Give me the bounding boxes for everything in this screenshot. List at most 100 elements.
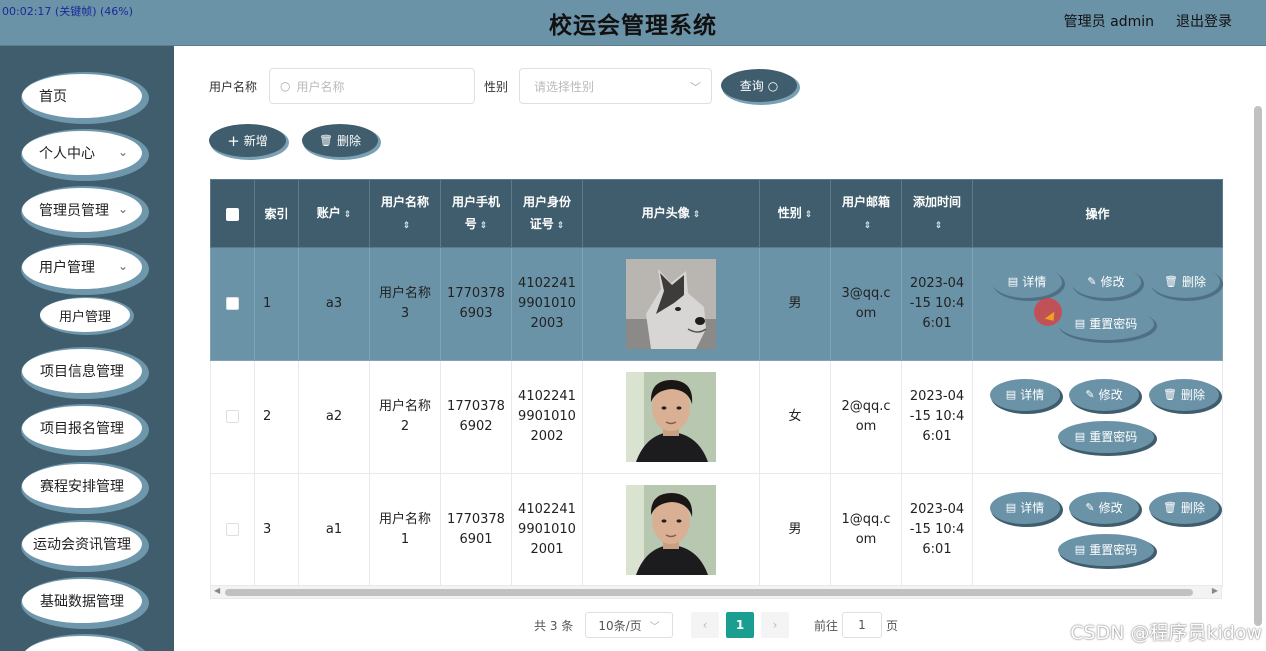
- column-email[interactable]: 用户邮箱 ⇕: [830, 179, 902, 248]
- delete-button[interactable]: 🗑 删除: [1150, 266, 1220, 298]
- scroll-right-icon[interactable]: ▶: [1212, 586, 1218, 595]
- next-page-button[interactable]: ›: [761, 612, 789, 638]
- search-icon: ○: [280, 79, 291, 93]
- cell-idcard: 4102241 9901010 2002: [511, 360, 583, 474]
- sidebar-item-more[interactable]: [22, 636, 142, 651]
- select-all-cell[interactable]: [210, 179, 255, 248]
- sidebar-item-user-management[interactable]: 用户管理 ⌄: [22, 245, 142, 289]
- query-button[interactable]: 查询 ○: [721, 69, 797, 102]
- row-checkbox[interactable]: [226, 297, 239, 310]
- cell-idcard: 4102241 9901010 2001: [511, 473, 583, 587]
- cell-email: 1@qq.c om: [830, 473, 902, 587]
- row-select-cell[interactable]: [210, 360, 255, 474]
- logout-link[interactable]: 退出登录: [1176, 11, 1232, 31]
- sidebar-item-project-registration[interactable]: 项目报名管理: [22, 406, 142, 450]
- column-avatar[interactable]: 用户头像 ⇕: [582, 179, 760, 248]
- man-avatar-image: [626, 485, 716, 575]
- sort-icon: ⇕: [402, 220, 411, 231]
- prev-page-button[interactable]: ‹: [691, 612, 719, 638]
- detail-button[interactable]: ▤ 详情: [990, 379, 1060, 411]
- total-count: 共 3 条: [534, 619, 574, 633]
- page-unit: 页: [886, 619, 899, 633]
- sort-icon: ⇕: [692, 209, 701, 220]
- table-row[interactable]: 3 a1 用户名称 1 1770378 6901 4102241 9901010 200…: [210, 473, 1223, 587]
- table-row[interactable]: 2 a2 用户名称 2 1770378 6902 4102241 9901010 200…: [210, 360, 1223, 474]
- add-button[interactable]: + 新增: [209, 124, 286, 157]
- scroll-left-icon[interactable]: ◀: [214, 586, 220, 595]
- sidebar-item-label: 赛程安排管理: [40, 479, 124, 495]
- row-checkbox[interactable]: [226, 410, 239, 423]
- document-icon: ▤: [1074, 317, 1086, 330]
- reset-password-button[interactable]: ▤ 重置密码: [1058, 308, 1154, 340]
- cell-added-time: 2023-04 -15 10:4 6:01: [901, 360, 973, 474]
- sidebar-item-personal-center[interactable]: 个人中心 ⌄: [22, 131, 142, 175]
- edit-button[interactable]: ✎ 修改: [1069, 492, 1139, 524]
- select-all-checkbox[interactable]: [226, 207, 239, 221]
- row-select-cell[interactable]: [210, 247, 255, 361]
- column-gender[interactable]: 性别 ⇕: [759, 179, 831, 248]
- gender-select[interactable]: 请选择性别 ﹀: [519, 68, 712, 104]
- horizontal-scroll-thumb[interactable]: [225, 589, 1193, 596]
- document-icon: ▤: [1005, 501, 1017, 514]
- edit-button[interactable]: ✎ 修改: [1069, 379, 1139, 411]
- cell-email: 2@qq.c om: [830, 360, 902, 474]
- husky-avatar-image: [626, 259, 716, 349]
- row-select-cell[interactable]: [210, 473, 255, 587]
- chevron-down-icon: ⌄: [117, 145, 128, 159]
- document-icon: ▤: [1007, 275, 1019, 288]
- reset-password-button[interactable]: ▤ 重置密码: [1058, 421, 1154, 453]
- sort-icon: ⇕: [804, 209, 813, 220]
- sort-icon: ⇕: [934, 220, 943, 231]
- cell-avatar: [582, 247, 760, 361]
- query-label: 查询: [739, 79, 764, 93]
- trash-icon: 🗑: [1164, 275, 1178, 288]
- delete-button[interactable]: 🗑 删除: [1149, 379, 1219, 411]
- sidebar-item-news[interactable]: 运动会资讯管理: [22, 522, 142, 566]
- column-idcard[interactable]: 用户身份 证号 ⇕: [511, 179, 583, 248]
- sidebar-item-home[interactable]: 首页: [22, 74, 142, 118]
- row-checkbox[interactable]: [226, 523, 239, 536]
- vertical-scrollbar[interactable]: [1254, 66, 1262, 626]
- delete-button[interactable]: 🗑 删除: [1149, 492, 1219, 524]
- reset-password-button[interactable]: ▤ 重置密码: [1058, 534, 1154, 566]
- cell-idcard: 4102241 9901010 2003: [511, 247, 583, 361]
- cell-phone: 1770378 6903: [440, 247, 512, 361]
- page-number-current[interactable]: 1: [726, 612, 754, 638]
- cell-account: a3: [298, 247, 370, 361]
- column-added-time[interactable]: 添加时间 ⇕: [901, 179, 973, 248]
- goto-page-input[interactable]: 1: [842, 612, 882, 638]
- horizontal-scrollbar[interactable]: ◀ ▶: [210, 585, 1222, 599]
- detail-button[interactable]: ▤ 详情: [990, 492, 1060, 524]
- sidebar-subitem-user-management[interactable]: 用户管理: [40, 298, 130, 332]
- cell-added-time: 2023-04 -15 10:4 6:01: [901, 247, 973, 361]
- sort-icon: ⇕: [479, 220, 488, 231]
- column-operations: 操作: [972, 179, 1223, 248]
- cell-phone: 1770378 6901: [440, 473, 512, 587]
- sidebar-item-label: 管理员管理: [39, 203, 109, 219]
- cell-added-time: 2023-04 -15 10:4 6:01: [901, 473, 973, 587]
- sidebar-item-admin-management[interactable]: 管理员管理 ⌄: [22, 188, 142, 232]
- sidebar-item-label: 运动会资讯管理: [33, 537, 131, 553]
- table-row[interactable]: 1 a3 用户名称 3 1770378 6903 4102241 9901010 200…: [210, 247, 1223, 361]
- sort-icon: ⇕: [863, 220, 872, 231]
- edit-button[interactable]: ✎ 修改: [1071, 266, 1141, 298]
- column-index: 索引: [254, 179, 299, 248]
- cell-operations: ▤ 详情 ✎ 修改 🗑 删除 ▤ 重置密码: [972, 360, 1223, 474]
- man-avatar-image: [626, 372, 716, 462]
- detail-button[interactable]: ▤ 详情: [992, 266, 1062, 298]
- username-search-input[interactable]: ○ 用户名称: [269, 68, 475, 104]
- page-size-select[interactable]: 10条/页 ﹀: [585, 612, 673, 638]
- batch-delete-button[interactable]: 🗑 删除: [302, 124, 378, 157]
- cell-username: 用户名称 1: [369, 473, 441, 587]
- column-account[interactable]: 账户 ⇕: [298, 179, 370, 248]
- pencil-icon: ✎: [1085, 501, 1095, 514]
- pencil-icon: ✎: [1085, 388, 1095, 401]
- sidebar-item-project-info[interactable]: 项目信息管理: [22, 349, 142, 393]
- delete-label: 删除: [336, 134, 361, 148]
- vertical-scroll-thumb[interactable]: [1254, 106, 1262, 626]
- cell-index: 2: [254, 360, 299, 474]
- sidebar-item-schedule[interactable]: 赛程安排管理: [22, 464, 142, 508]
- column-username[interactable]: 用户名称 ⇕: [369, 179, 441, 248]
- sidebar-item-basic-data[interactable]: 基础数据管理: [22, 579, 142, 623]
- column-phone[interactable]: 用户手机号 ⇕: [440, 179, 512, 248]
